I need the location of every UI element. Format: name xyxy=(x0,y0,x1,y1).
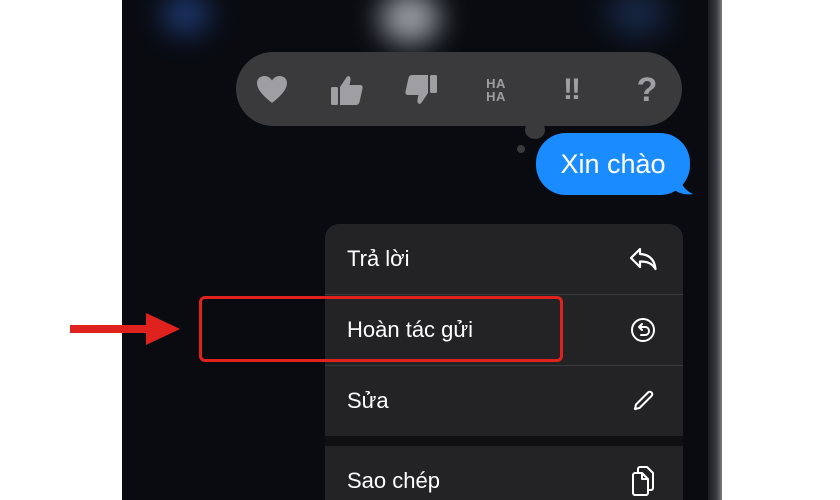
blurred-background-light xyxy=(162,0,210,34)
menu-item-label: Sao chép xyxy=(347,468,440,493)
menu-item-edit[interactable]: Sửa xyxy=(325,366,683,436)
tapback-pointer-dot xyxy=(517,145,525,153)
tapback-reaction-bar: HA HA !! ? xyxy=(236,52,682,126)
undo-send-icon xyxy=(629,316,657,344)
haha-text-bottom: HA xyxy=(486,89,506,104)
red-arrow-pointer xyxy=(70,313,180,345)
message-text: Xin chào xyxy=(560,148,666,179)
thumbs-down-icon[interactable] xyxy=(402,72,440,108)
menu-item-copy[interactable]: Sao chép xyxy=(325,446,683,500)
menu-item-label: Sửa xyxy=(347,388,389,413)
context-menu: Trả lời Hoàn tác gửi Sửa Sao chép xyxy=(325,224,683,500)
menu-item-label: Trả lời xyxy=(347,246,410,271)
question-icon[interactable]: ? xyxy=(628,71,666,109)
thumbs-up-icon[interactable] xyxy=(328,72,366,108)
menu-item-reply[interactable]: Trả lời xyxy=(325,224,683,294)
blurred-background-light xyxy=(607,0,667,36)
menu-group-divider xyxy=(325,436,683,446)
phone-screen: HAHA !! ? Xin chào Trả lời Hoàn tác gửi xyxy=(122,0,708,500)
exclamation-icon[interactable]: !! xyxy=(552,72,590,108)
pencil-icon xyxy=(629,387,657,415)
reply-icon xyxy=(629,245,657,273)
haha-icon[interactable]: HA HA xyxy=(477,72,515,108)
tapback-pointer-dot xyxy=(525,121,545,139)
right-margin xyxy=(722,0,840,500)
phone-frame-edge xyxy=(708,0,722,500)
heart-icon[interactable] xyxy=(253,72,291,108)
left-margin xyxy=(0,0,122,500)
copy-icon xyxy=(629,466,657,496)
message-bubble[interactable]: Xin chào xyxy=(536,133,690,195)
highlight-box xyxy=(199,296,563,362)
blurred-background-light xyxy=(380,0,440,44)
